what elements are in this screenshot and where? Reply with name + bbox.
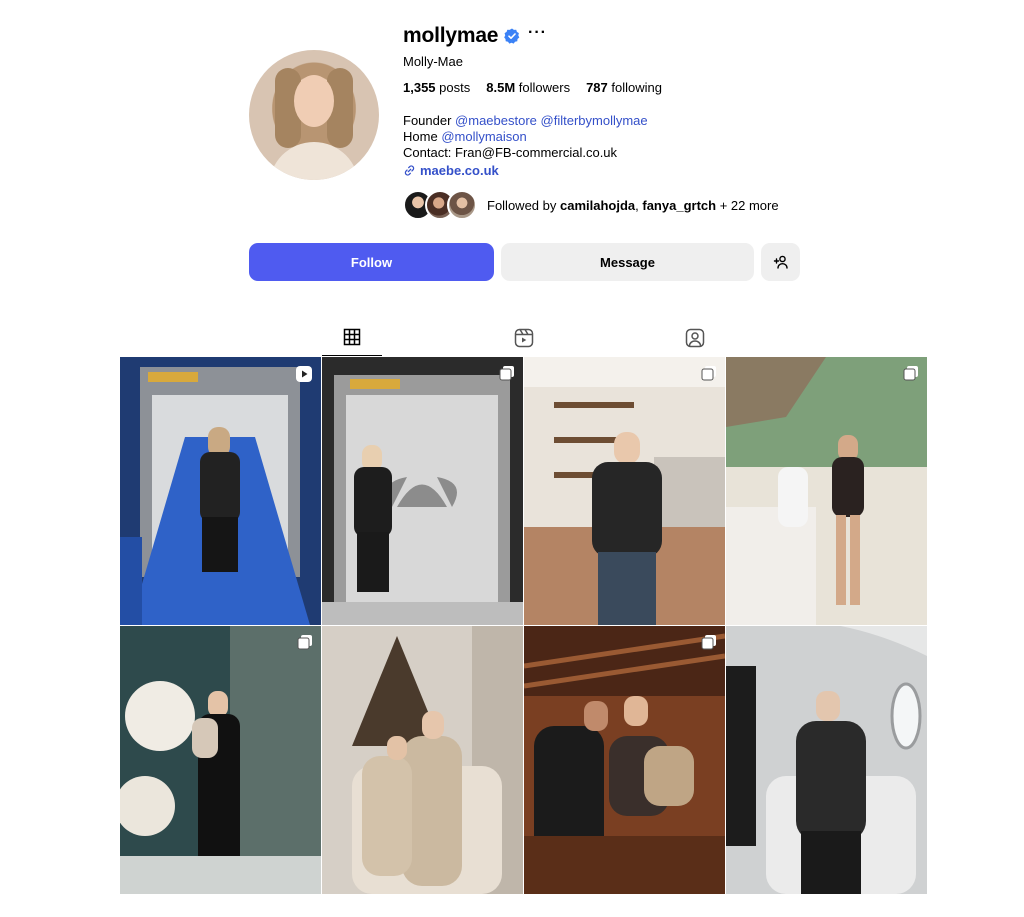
- post-tile[interactable]: [120, 357, 321, 625]
- posts-stat: 1,355 posts: [403, 80, 470, 95]
- reel-icon: [296, 366, 312, 382]
- carousel-icon: [499, 366, 514, 381]
- following-label: following: [611, 80, 662, 95]
- profile-website-link[interactable]: maebe.co.uk: [403, 163, 499, 178]
- bio-mention-mollymaison[interactable]: @mollymaison: [441, 129, 526, 144]
- tagged-icon: [685, 328, 705, 348]
- bio-mention-filterbymollymae[interactable]: @filterbymollymae: [541, 113, 648, 128]
- post-tile[interactable]: [524, 626, 725, 894]
- bio-contact: Contact: Fran@FB-commercial.co.uk: [403, 145, 618, 160]
- post-tile[interactable]: [726, 626, 927, 894]
- post-tile[interactable]: [726, 357, 927, 625]
- carousel-icon: [701, 366, 716, 381]
- profile-username: mollymae: [403, 24, 499, 47]
- bio-home-label: Home: [403, 129, 438, 144]
- bio-mention-maebestore[interactable]: @maebestore: [455, 113, 537, 128]
- avatar-face: [294, 75, 334, 127]
- posts-grid: [120, 357, 928, 917]
- grid-icon: [343, 328, 361, 346]
- post-image: [726, 357, 927, 625]
- reels-icon: [514, 328, 534, 348]
- profile-avatar[interactable]: [249, 50, 379, 180]
- followed-by-text: Followed by camilahojda, fanya_grtch + 2…: [487, 197, 779, 213]
- post-image: [524, 626, 725, 894]
- followers-count: 8.5M: [486, 80, 516, 95]
- more-options-icon[interactable]: ···: [528, 24, 547, 42]
- post-image: [726, 626, 927, 894]
- verified-badge-icon: [504, 28, 520, 44]
- follow-button[interactable]: Follow: [249, 243, 494, 281]
- following-count: 787: [586, 80, 608, 95]
- post-tile[interactable]: [524, 357, 725, 625]
- avatar-body: [269, 142, 359, 180]
- carousel-icon: [903, 366, 918, 381]
- tab-posts[interactable]: [322, 322, 382, 356]
- post-image: [120, 357, 321, 625]
- profile-stats: 1,355 posts 8.5M followers 787 following: [403, 80, 662, 95]
- following-stat[interactable]: 787 following: [586, 80, 662, 95]
- profile-tabs: [120, 322, 928, 356]
- bio-founder-label: Founder: [403, 113, 452, 128]
- post-tile[interactable]: [322, 626, 523, 894]
- post-image: [322, 626, 523, 894]
- carousel-icon: [701, 635, 716, 650]
- followers-stat[interactable]: 8.5M followers: [486, 80, 570, 95]
- followers-label: followers: [518, 80, 571, 95]
- followed-by-prefix: Followed by: [487, 197, 557, 213]
- followed-by[interactable]: Followed by camilahojda, fanya_grtch + 2…: [403, 190, 779, 220]
- post-tile[interactable]: [120, 626, 321, 894]
- carousel-icon: [297, 635, 312, 650]
- profile-full-name: Molly-Mae: [403, 54, 463, 69]
- post-image: [120, 626, 321, 894]
- followed-by-suffix: + 22 more: [719, 197, 779, 213]
- follower-avatar: [447, 190, 477, 220]
- website-link-text[interactable]: maebe.co.uk: [420, 163, 499, 178]
- followed-by-user-2[interactable]: fanya_grtch: [642, 198, 716, 213]
- post-image: [322, 357, 523, 625]
- suggest-users-button[interactable]: [761, 243, 800, 281]
- add-person-icon: [773, 255, 788, 269]
- posts-count: 1,355: [403, 80, 436, 95]
- message-button[interactable]: Message: [501, 243, 754, 281]
- posts-label: posts: [439, 80, 471, 95]
- tab-tagged[interactable]: [665, 322, 725, 356]
- followed-by-user-1[interactable]: camilahojda: [560, 198, 635, 213]
- profile-bio: Founder @maebestore @filterbymollymae Ho…: [403, 113, 648, 161]
- link-icon: [404, 165, 415, 176]
- tab-reels[interactable]: [494, 322, 554, 356]
- post-image: [524, 357, 725, 625]
- post-tile[interactable]: [322, 357, 523, 625]
